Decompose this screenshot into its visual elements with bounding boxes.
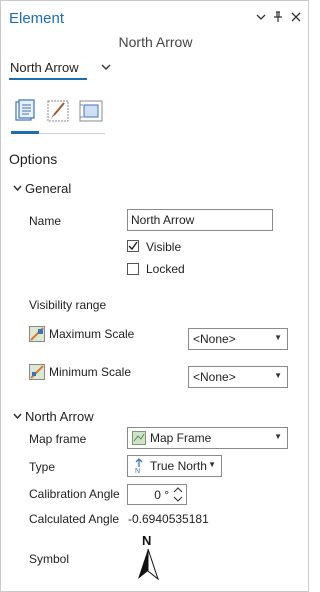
chevron-down-icon: [13, 412, 25, 424]
calibration-angle-value: 0 °: [154, 488, 169, 502]
general-heading: General: [25, 181, 72, 196]
pane-title: Element: [9, 10, 65, 27]
close-button[interactable]: [291, 11, 301, 25]
maximum-scale-icon[interactable]: [29, 326, 45, 342]
symbol-label: Symbol: [29, 552, 70, 566]
general-section-header[interactable]: General: [13, 181, 71, 196]
chevron-down-icon: [101, 64, 111, 70]
minimum-scale-value: <None>: [193, 370, 236, 384]
pane-menu-button[interactable]: [256, 11, 266, 25]
locked-checkbox[interactable]: [127, 263, 139, 275]
chevron-down-icon: [13, 184, 25, 196]
minimum-scale-icon[interactable]: [29, 364, 45, 380]
maximum-scale-label: Maximum Scale: [49, 327, 135, 341]
visible-label: Visible: [146, 240, 182, 254]
tab-bar: [9, 97, 105, 134]
brush-icon: [47, 100, 69, 122]
calibration-angle-input[interactable]: 0 °: [127, 484, 187, 505]
type-dropdown[interactable]: N True North ▼: [127, 455, 222, 477]
tab-symbol[interactable]: [44, 97, 72, 127]
calculated-angle-value: -0.6940535181: [128, 512, 209, 526]
dropdown-arrow-icon: ▼: [208, 460, 216, 469]
dropdown-arrow-icon: ▼: [274, 432, 282, 441]
element-selector-dropdown[interactable]: [101, 61, 111, 75]
calibration-angle-label: Calibration Angle: [29, 487, 120, 501]
svg-text:N: N: [135, 468, 140, 474]
close-icon: [291, 12, 301, 22]
type-value: True North: [150, 459, 207, 473]
tab-selected-indicator: [11, 131, 39, 134]
pin-button[interactable]: [273, 11, 283, 26]
visibility-range-label: Visibility range: [29, 298, 107, 312]
north-arrow-section-header[interactable]: North Arrow: [13, 409, 94, 424]
dropdown-arrow-icon: ▼: [274, 371, 282, 380]
true-north-icon: N: [135, 458, 143, 474]
spinner-arrows-icon: [173, 487, 183, 502]
element-selector-underline: [9, 78, 87, 80]
map-frame-icon: [132, 431, 146, 445]
options-heading: Options: [9, 151, 58, 167]
calculated-angle-label: Calculated Angle: [29, 512, 120, 526]
placement-icon: [79, 100, 103, 122]
chevron-down-icon: [256, 14, 266, 20]
pin-icon: [274, 11, 282, 22]
element-pane: Element North Arrow North Arrow Options …: [0, 0, 309, 592]
north-arrow-symbol[interactable]: N: [136, 533, 160, 583]
locked-label: Locked: [146, 262, 185, 276]
maximum-scale-value: <None>: [193, 332, 236, 346]
north-letter: N: [142, 533, 152, 548]
map-frame-label: Map frame: [29, 432, 87, 446]
map-frame-value: Map Frame: [150, 431, 212, 445]
map-frame-dropdown[interactable]: Map Frame ▼: [127, 427, 288, 449]
element-selector[interactable]: North Arrow: [10, 60, 79, 75]
maximum-scale-dropdown[interactable]: <None> ▼: [188, 328, 288, 350]
name-label: Name: [29, 214, 62, 228]
dropdown-arrow-icon: ▼: [274, 333, 282, 342]
checkmark-icon: [128, 241, 138, 251]
name-input[interactable]: North Arrow: [127, 209, 273, 231]
minimum-scale-label: Minimum Scale: [49, 365, 132, 379]
type-label: Type: [29, 460, 56, 474]
north-arrow-heading: North Arrow: [25, 409, 94, 424]
visible-checkbox[interactable]: [127, 240, 139, 252]
calibration-angle-spinner[interactable]: [173, 486, 183, 503]
minimum-scale-dropdown[interactable]: <None> ▼: [188, 366, 288, 388]
properties-list-icon: [15, 99, 35, 121]
tab-placement[interactable]: [77, 97, 105, 127]
north-arrow-icon: [138, 549, 160, 581]
tab-options[interactable]: [11, 97, 39, 127]
element-type-title: North Arrow: [118, 34, 193, 50]
